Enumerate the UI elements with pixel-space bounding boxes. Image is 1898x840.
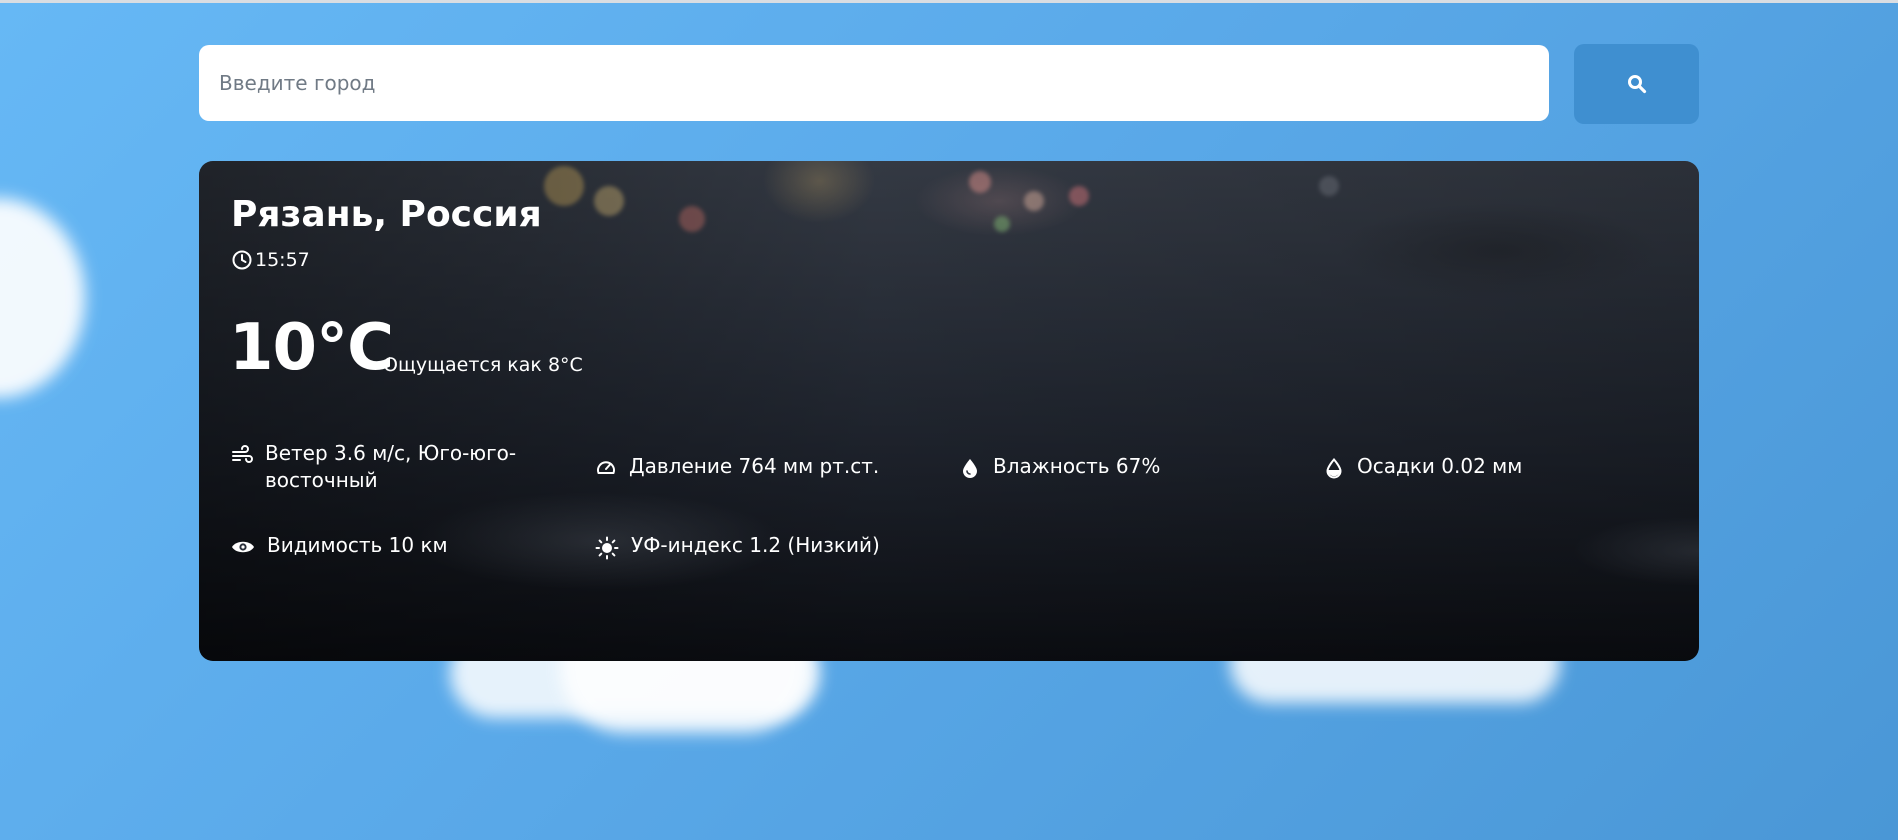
search-button[interactable] xyxy=(1574,44,1699,124)
droplet-half-icon xyxy=(1326,457,1342,479)
search-bar xyxy=(199,42,1699,124)
pressure-stat: Давление 764 мм рт.ст. xyxy=(595,453,879,480)
wind-text: Ветер 3.6 м/с, Юго-юго-восточный xyxy=(265,441,517,492)
feels-like-text: Ощущается как 8°C xyxy=(383,354,583,376)
visibility-stat: Видимость 10 км xyxy=(231,532,448,559)
wind-icon xyxy=(232,445,253,463)
droplet-icon xyxy=(963,459,977,478)
gauge-icon xyxy=(597,461,615,474)
search-icon xyxy=(1627,75,1646,94)
pressure-text: Давление 764 мм рт.ст. xyxy=(629,454,880,478)
background-cloud xyxy=(0,198,85,398)
humidity-stat: Влажность 67% xyxy=(959,453,1160,480)
clock-icon xyxy=(232,250,252,270)
city-search-input[interactable] xyxy=(199,45,1549,121)
temperature-value: 10°C xyxy=(229,311,394,385)
wind-stat: Ветер 3.6 м/с, Юго-юго-восточный xyxy=(231,440,531,494)
card-overlay xyxy=(199,161,1699,661)
time-value: 15:57 xyxy=(255,249,310,271)
precipitation-text: Осадки 0.02 мм xyxy=(1357,454,1523,478)
uv-stat: УФ-индекс 1.2 (Низкий) xyxy=(595,532,880,560)
precipitation-stat: Осадки 0.02 мм xyxy=(1323,453,1522,480)
uv-text: УФ-индекс 1.2 (Низкий) xyxy=(631,533,880,557)
eye-icon xyxy=(232,541,254,553)
sun-icon xyxy=(595,536,619,560)
visibility-text: Видимость 10 км xyxy=(267,533,448,557)
humidity-text: Влажность 67% xyxy=(993,454,1161,478)
weather-card: Рязань, Россия 15:57 10°C Ощущается как … xyxy=(199,161,1699,661)
location-title: Рязань, Россия xyxy=(231,194,542,235)
local-time: 15:57 xyxy=(231,249,310,271)
